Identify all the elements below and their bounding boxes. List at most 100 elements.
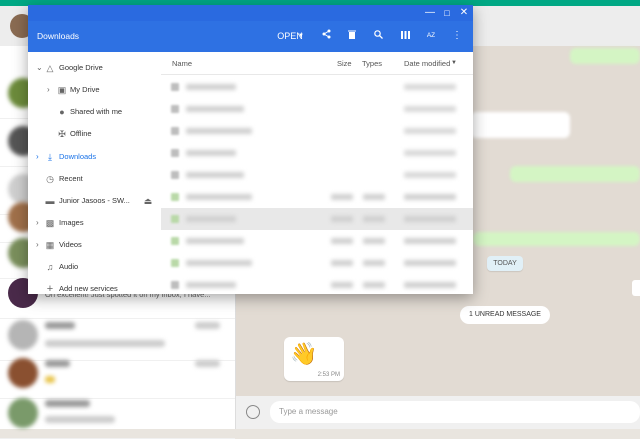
message-bubble [570,48,640,64]
date-divider: TODAY [487,256,523,271]
file-cell [404,194,456,200]
file-row[interactable] [161,142,473,164]
sidebar-item-offline[interactable]: ✠ Offline [28,123,161,145]
file-row[interactable] [161,230,473,252]
new-message-button[interactable] [632,280,640,296]
sidebar-item-shared-with-me[interactable]: ● Shared with me [28,101,161,123]
sidebar-item-videos[interactable]: › ▦ Videos [28,234,161,256]
file-cell [186,238,244,244]
sidebar-item-my-drive[interactable]: › ▣ My Drive [28,79,161,101]
chevron-right-icon[interactable]: › [36,241,42,249]
file-cell [404,260,456,266]
file-row[interactable] [161,186,473,208]
chevron-down-icon[interactable]: ▼ [297,29,305,43]
sidebar-item-label: Videos [59,240,82,249]
file-cell [186,128,252,134]
file-row[interactable] [161,208,473,230]
file-cell [363,216,385,222]
file-icon [171,105,179,113]
file-icon [171,171,179,179]
chevron-right-icon[interactable]: › [36,153,42,161]
unread-divider: 1 UNREAD MESSAGE [460,306,550,324]
file-row[interactable] [161,120,473,142]
file-cell [404,238,456,244]
sidebar-item-images[interactable]: › ▩ Images [28,212,161,234]
file-cell [404,106,456,112]
file-cell [363,282,385,288]
file-cell [404,128,456,134]
unread-divider-label: 1 UNREAD MESSAGE [469,311,541,318]
file-cell [186,260,252,266]
file-cell [331,238,353,244]
sidebar-item-label: Shared with me [70,107,123,116]
delete-icon[interactable] [345,29,359,43]
sidebar-item-audio[interactable]: ♫ Audio [28,256,161,278]
file-cell [186,282,236,288]
people-icon: ● [59,107,65,117]
file-cell [404,216,456,222]
emoji-icon[interactable] [246,405,260,419]
sidebar-item-recent[interactable]: ◷ Recent [28,168,161,190]
column-header-name[interactable]: Name [172,59,192,68]
file-cell [186,172,244,178]
eject-icon[interactable]: ⏏ [143,196,153,206]
chat-list-item[interactable] [0,390,235,439]
file-icon [171,83,179,91]
emoji-message-bubble[interactable]: 👋 2:53 PM [284,337,344,381]
file-row[interactable] [161,98,473,120]
column-header-date-modified[interactable]: Date modified [404,59,450,68]
sidebar-item-label: Add new services [59,284,118,293]
file-cell [186,216,236,222]
chevron-right-icon[interactable]: › [47,86,53,94]
chevron-down-icon[interactable]: ⌄ [36,64,43,72]
file-icon [171,149,179,157]
sidebar-item-label: Downloads [59,152,97,161]
window-title-bar: — □ ✕ [28,5,473,21]
file-cell [186,106,244,112]
file-icon [171,215,179,223]
more-icon[interactable]: ⋮ [452,29,462,43]
sidebar-item-label: Junior Jasoos - SW... [59,196,130,205]
file-list: Name Size Types Date modified ▼ [161,52,473,294]
sidebar-item-label: Google Drive [59,63,103,72]
grid-view-icon[interactable] [398,29,412,43]
sidebar-item-add-new-services[interactable]: + Add new services [28,278,161,300]
file-cell [331,216,353,222]
wave-emoji: 👋 [290,341,318,366]
image-icon: ▩ [45,218,55,228]
file-row[interactable] [161,252,473,274]
file-row[interactable] [161,76,473,98]
column-header-row: Name Size Types Date modified ▼ [161,52,473,75]
file-icon [171,259,179,267]
file-icon [171,237,179,245]
sidebar-item-google-drive[interactable]: ⌄ △ Google Drive [28,57,161,79]
message-input[interactable]: Type a message [270,401,640,423]
sort-direction-icon: ▼ [451,60,457,66]
file-cell [404,282,456,288]
file-cell [363,194,385,200]
column-header-size[interactable]: Size [337,59,352,68]
column-header-types[interactable]: Types [362,59,382,68]
dialog-toolbar: Downloads OPEN ▼ AZ ⋮ [28,21,473,52]
file-icon [171,193,179,201]
file-row[interactable] [161,164,473,186]
close-icon[interactable]: ✕ [457,7,471,19]
search-icon[interactable] [371,29,385,43]
date-divider-label: TODAY [493,260,517,267]
chevron-right-icon[interactable]: › [36,219,42,227]
file-row[interactable] [161,274,473,296]
sidebar-item-downloads[interactable]: › ⤓ Downloads [28,146,161,168]
file-cell [363,238,385,244]
file-icon [171,127,179,135]
maximize-icon[interactable]: □ [440,7,454,19]
message-bubble [470,112,570,138]
audio-icon: ♫ [46,262,54,272]
sidebar-item-usb-drive[interactable]: ▬ Junior Jasoos - SW... ⏏ [28,190,161,212]
message-input-placeholder: Type a message [279,407,338,416]
share-icon[interactable] [319,29,333,43]
usb-icon: ▬ [45,196,55,206]
file-cell [363,260,385,266]
downloads-dialog: — □ ✕ Downloads OPEN ▼ AZ ⋮ ⌄ △ Google D… [28,5,473,295]
minimize-icon[interactable]: — [423,7,437,19]
sort-icon[interactable]: AZ [424,29,438,43]
